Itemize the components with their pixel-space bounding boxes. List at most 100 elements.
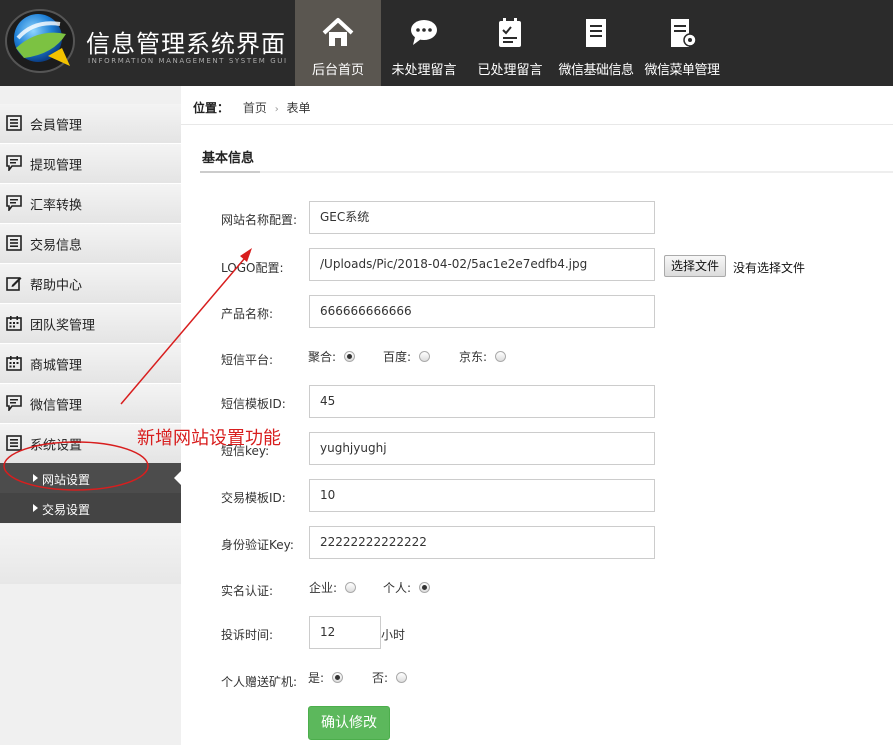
caret-right-icon (33, 504, 38, 512)
site-name-input[interactable]: GEC系统 (309, 201, 655, 234)
nav-processed-label: 已处理留言 (477, 63, 543, 78)
file-status: 没有选择文件 (733, 261, 806, 275)
radio-button[interactable] (495, 351, 507, 362)
active-indicator (174, 471, 181, 485)
checklist-icon (499, 18, 521, 47)
home-icon (322, 18, 354, 46)
complaint-time-unit: 小时 (381, 628, 406, 642)
confirm-button[interactable]: 确认修改 (308, 706, 390, 740)
app-title: 信息管理系统界面 (86, 30, 286, 58)
submenu-label: 网站设置 (42, 473, 91, 487)
logo-label: LOGO配置: (221, 261, 284, 275)
breadcrumb-home[interactable]: 首页 (243, 101, 267, 115)
logo-path-input[interactable]: /Uploads/Pic/2018-04-02/5ac1e2e7edfb4.jp… (309, 248, 655, 281)
section-title: 基本信息 (202, 151, 255, 166)
document-icon (586, 19, 606, 47)
radio-label: 个人: (383, 581, 412, 595)
sidebar-item-mall[interactable]: 商城管理 (0, 344, 181, 384)
sidebar-item-trade-info[interactable]: 交易信息 (0, 224, 181, 264)
complaint-time-label: 投诉时间: (221, 628, 274, 642)
radio-button[interactable] (345, 582, 357, 593)
id-key-label: 身份验证Key: (221, 538, 294, 552)
sidebar-item-label: 微信管理 (30, 398, 83, 414)
id-key-input[interactable]: 22222222222222 (309, 526, 655, 559)
breadcrumb-label: 位置： (193, 101, 230, 115)
submenu-trade-settings[interactable]: 交易设置 (0, 493, 181, 523)
complaint-time-input[interactable]: 12 (309, 616, 381, 649)
trade-template-label: 交易模板ID: (221, 491, 286, 505)
sms-template-label: 短信模板ID: (221, 397, 286, 411)
nav-wechat-menu-label: 微信菜单管理 (644, 63, 720, 78)
caret-right-icon (33, 474, 38, 482)
sms-key-input[interactable]: yughjyughj (309, 432, 655, 465)
sidebar-item-team-bonus[interactable]: 团队奖管理 (0, 304, 181, 344)
sms-platform-label: 短信平台: (221, 353, 274, 367)
radio-button[interactable] (419, 351, 431, 362)
calendar-icon (6, 316, 22, 331)
comment-icon (6, 155, 22, 171)
radio-personal[interactable]: 个人: (383, 579, 431, 596)
sidebar-item-label: 汇率转换 (30, 198, 83, 214)
logo-icon (5, 9, 75, 73)
sidebar-item-label: 提现管理 (30, 158, 83, 174)
sms-template-input[interactable]: 45 (309, 385, 655, 418)
radio-button[interactable] (419, 582, 431, 593)
sidebar-item-label: 会員管理 (30, 118, 83, 134)
realname-label: 实名认证: (221, 584, 274, 598)
radio-label: 京东: (459, 350, 488, 364)
sidebar-item-withdraw[interactable]: 提现管理 (0, 144, 181, 184)
nav-wechat-info-label: 微信基础信息 (558, 63, 634, 78)
radio-label: 否: (372, 671, 389, 685)
breadcrumb-separator: › (274, 104, 279, 115)
radio-label: 企业: (309, 581, 338, 595)
nav-home[interactable]: 后台首页 (295, 0, 381, 86)
radio-juhe[interactable]: 聚合: (308, 348, 356, 365)
section-underline (200, 171, 260, 173)
breadcrumb-current: 表单 (286, 101, 311, 115)
sidebar-spacer (0, 524, 181, 584)
page: 信息管理系统界面 INFORMATION MANAGEMENT SYSTEM G… (0, 0, 893, 745)
radio-no[interactable]: 否: (372, 669, 408, 686)
radio-label: 百度: (383, 350, 412, 364)
sidebar-item-help[interactable]: 帮助中心 (0, 264, 181, 304)
sidebar-item-members[interactable]: 会員管理 (0, 104, 181, 144)
nav-home-label: 后台首页 (311, 63, 364, 78)
submenu-site-settings[interactable]: 网站设置 (0, 463, 181, 493)
radio-label: 聚合: (308, 350, 337, 364)
choose-file-button[interactable]: 选择文件 (664, 255, 727, 277)
doc-settings-icon (671, 19, 697, 47)
app-subtitle: INFORMATION MANAGEMENT SYSTEM GUI (88, 57, 288, 65)
submenu-label: 交易设置 (42, 503, 91, 517)
sidebar-item-label: 团队奖管理 (30, 318, 96, 334)
nav-wechat-info[interactable]: 微信基础信息 (553, 0, 639, 86)
gift-miner-label: 个人赠送矿机: (221, 675, 298, 689)
sidebar-item-exchange-rate[interactable]: 汇率转换 (0, 184, 181, 224)
sidebar-item-label: 交易信息 (30, 238, 83, 254)
nav-unprocessed-label: 未处理留言 (391, 63, 457, 78)
radio-button[interactable] (396, 672, 408, 683)
annotation-text: 新增网站设置功能 (137, 428, 281, 449)
nav-wechat-menu[interactable]: 微信菜单管理 (639, 0, 725, 86)
nav-processed-messages[interactable]: 已处理留言 (467, 0, 553, 86)
top-nav: 后台首页 未处理留言 已处理留言 微信基础信息 微信菜单管理 (295, 0, 725, 86)
divider (200, 171, 893, 173)
radio-company[interactable]: 企业: (309, 579, 357, 596)
trade-template-input[interactable]: 10 (309, 479, 655, 512)
radio-jingdong[interactable]: 京东: (459, 348, 507, 365)
list-icon (6, 115, 22, 131)
sidebar-item-label: 帮助中心 (30, 278, 83, 294)
list-icon (6, 235, 22, 251)
radio-button[interactable] (332, 672, 344, 683)
radio-baidu[interactable]: 百度: (383, 348, 431, 365)
nav-unprocessed-messages[interactable]: 未处理留言 (381, 0, 467, 86)
sidebar-item-wechat[interactable]: 微信管理 (0, 384, 181, 424)
product-name-input[interactable]: 666666666666 (309, 295, 655, 328)
radio-yes[interactable]: 是: (308, 669, 344, 686)
radio-button[interactable] (344, 351, 356, 362)
radio-label: 是: (308, 671, 325, 685)
list-icon (6, 435, 22, 451)
site-name-label: 网站名称配置: (221, 213, 298, 227)
comment-icon (6, 195, 22, 211)
divider (181, 124, 893, 125)
comment-icon (6, 395, 22, 411)
